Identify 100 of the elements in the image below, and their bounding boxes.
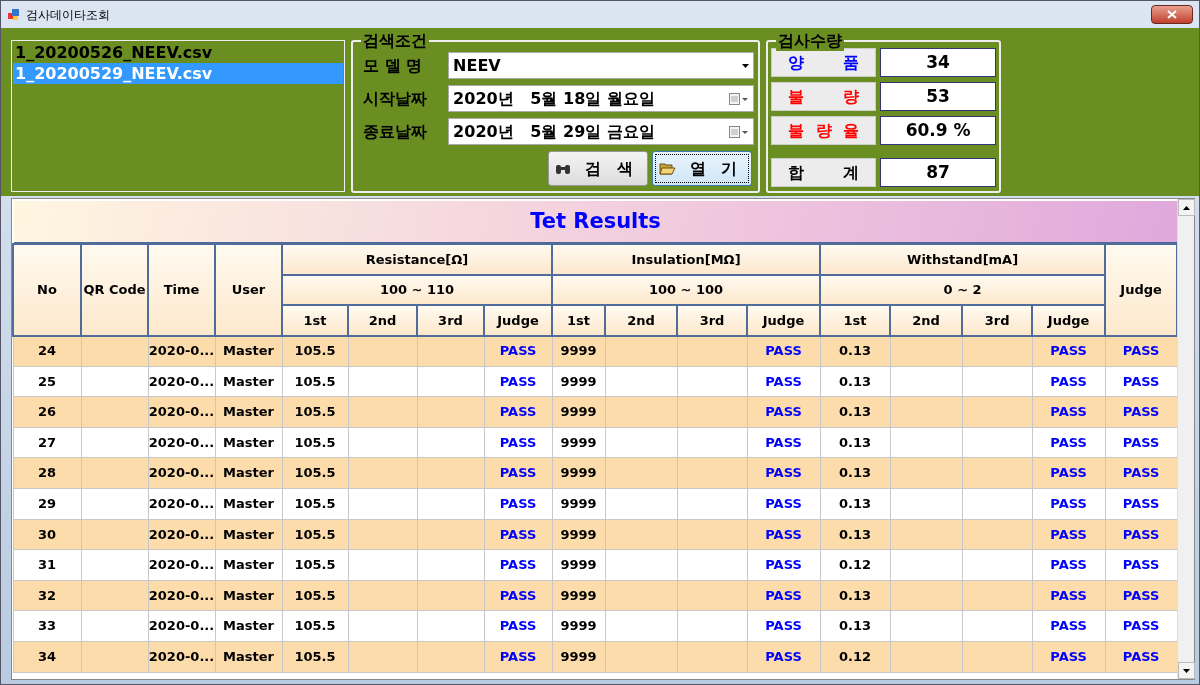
column-header: User — [215, 244, 282, 336]
column-header: 1st — [552, 305, 606, 336]
count-value: 34 — [880, 48, 996, 77]
table-cell: 30 — [13, 519, 81, 550]
table-cell: PASS — [484, 427, 553, 458]
scroll-down-button[interactable] — [1178, 662, 1195, 679]
table-cell: 9999 — [552, 457, 606, 489]
column-header: Time — [148, 244, 215, 336]
table-cell: PASS — [1105, 519, 1178, 550]
table-cell: 2020-0... — [148, 580, 215, 611]
column-header: 1st — [820, 305, 891, 336]
table-cell: 0.13 — [820, 519, 891, 550]
column-header: No — [13, 244, 81, 336]
open-button[interactable]: 열 기 — [652, 151, 752, 186]
group-title: 검색조건 — [361, 31, 429, 51]
table-cell: Master — [215, 366, 282, 397]
table-cell: Master — [215, 580, 282, 611]
app-icon — [7, 8, 20, 21]
table-cell: 31 — [13, 549, 81, 581]
table-cell: 9999 — [552, 427, 606, 458]
table-cell: 0.13 — [820, 366, 891, 397]
table-cell: 105.5 — [282, 427, 348, 458]
table-cell: Master — [215, 610, 282, 642]
table-cell: 0.13 — [820, 580, 891, 611]
date-picker[interactable]: 2020년 5월 18일 월요일 — [448, 85, 754, 112]
table-cell: PASS — [1032, 641, 1106, 673]
table-cell: PASS — [747, 610, 821, 642]
scrollbar[interactable] — [1177, 199, 1194, 679]
close-button[interactable] — [1151, 5, 1193, 24]
table-cell: PASS — [747, 519, 821, 550]
table-cell: 9999 — [552, 580, 606, 611]
table-cell: 2020-0... — [148, 519, 215, 550]
table-cell: Master — [215, 641, 282, 673]
field-label: 시작날짜 — [363, 87, 428, 110]
table-cell: 2020-0... — [148, 610, 215, 642]
table-cell: PASS — [1105, 335, 1178, 367]
table-cell: 2020-0... — [148, 366, 215, 397]
dropdown[interactable]: NEEV — [448, 52, 754, 79]
table-cell: PASS — [1032, 396, 1106, 428]
up-arrow-icon — [1183, 205, 1190, 210]
column-header: Withstand[mA] — [820, 244, 1106, 275]
date-picker[interactable]: 2020년 5월 29일 금요일 — [448, 118, 754, 145]
folder-icon — [659, 162, 676, 175]
table-cell: 2020-0... — [148, 335, 215, 367]
table-cell: PASS — [484, 396, 553, 428]
column-header: 2nd — [890, 305, 963, 336]
table-cell: 105.5 — [282, 335, 348, 367]
table-cell: 2020-0... — [148, 488, 215, 520]
table-cell: PASS — [747, 396, 821, 428]
table-cell: 2020-0... — [148, 396, 215, 428]
table-cell: PASS — [1032, 610, 1106, 642]
column-header: QR Code — [81, 244, 148, 336]
table-cell: 24 — [13, 335, 81, 367]
table-cell: PASS — [484, 580, 553, 611]
field-label: 모 델 명 — [363, 54, 424, 77]
table-cell: 105.5 — [282, 641, 348, 673]
table-cell: PASS — [484, 366, 553, 397]
table-cell: Master — [215, 335, 282, 367]
table-cell: PASS — [747, 549, 821, 581]
search-button[interactable]: 검 색 — [548, 151, 648, 186]
count-label: 불 량 율 — [771, 116, 877, 145]
column-header: 2nd — [605, 305, 678, 336]
scroll-up-button[interactable] — [1178, 199, 1195, 216]
table-cell: 2020-0... — [148, 427, 215, 458]
table-cell: 9999 — [552, 488, 606, 520]
table-cell: 105.5 — [282, 366, 348, 397]
table-cell: 2020-0... — [148, 457, 215, 489]
table-cell: 9999 — [552, 549, 606, 581]
table-cell: 105.5 — [282, 396, 348, 428]
table-cell: 2020-0... — [148, 641, 215, 673]
count-label: 합 계 — [771, 158, 877, 187]
table-cell: PASS — [747, 366, 821, 397]
table-cell: PASS — [1032, 457, 1106, 489]
results-title: Tet Results — [14, 201, 1177, 243]
column-header: 1st — [282, 305, 348, 336]
table-cell: 0.13 — [820, 457, 891, 489]
count-label: 양 품 — [771, 48, 877, 77]
table-cell: PASS — [484, 488, 553, 520]
count-label: 불 량 — [771, 82, 877, 111]
table-cell: PASS — [747, 580, 821, 611]
table-cell: 105.5 — [282, 488, 348, 520]
table-cell: 28 — [13, 457, 81, 489]
table-cell: 0.13 — [820, 610, 891, 642]
table-cell: 9999 — [552, 335, 606, 367]
file-list-item[interactable]: 1_20200526_NEEV.csv — [13, 42, 343, 63]
table-cell: PASS — [1105, 457, 1178, 489]
table-cell: 32 — [13, 580, 81, 611]
table-cell: PASS — [1032, 335, 1106, 367]
table-cell: PASS — [747, 457, 821, 489]
table-cell: 25 — [13, 366, 81, 397]
table-cell: PASS — [747, 335, 821, 367]
table-cell: 9999 — [552, 641, 606, 673]
table-cell: 34 — [13, 641, 81, 673]
table-cell: PASS — [1032, 488, 1106, 520]
table-cell: Master — [215, 427, 282, 458]
table-cell: 27 — [13, 427, 81, 458]
column-header: 3rd — [962, 305, 1033, 336]
table-cell: 105.5 — [282, 610, 348, 642]
table-cell: PASS — [747, 427, 821, 458]
column-header: Insulation[MΩ] — [552, 244, 821, 275]
